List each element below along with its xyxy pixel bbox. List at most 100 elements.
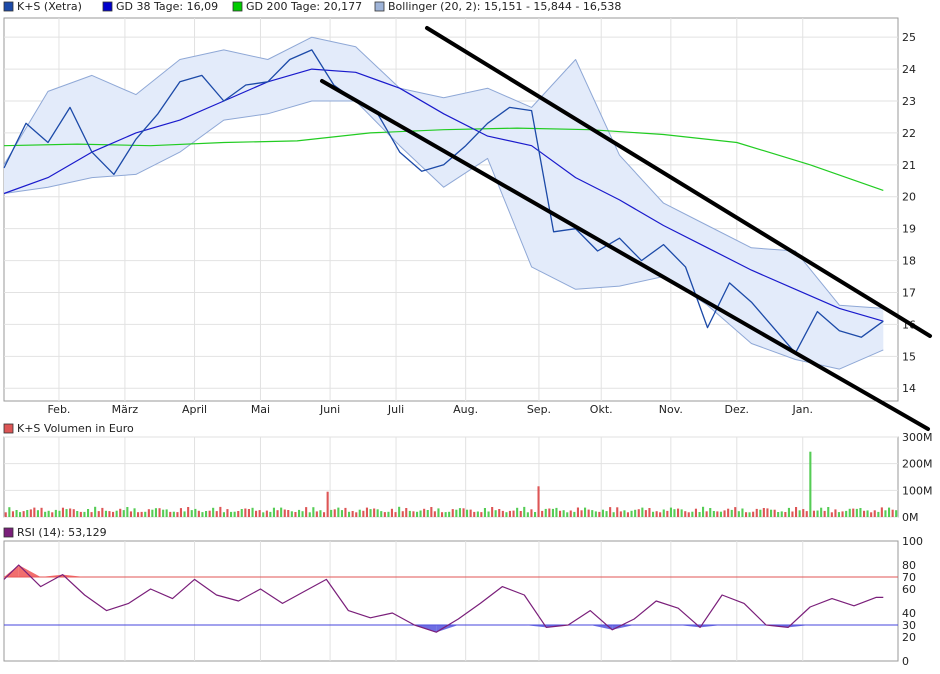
volume-bar bbox=[412, 511, 415, 517]
volume-bar bbox=[108, 511, 111, 517]
volume-bar bbox=[795, 507, 798, 517]
volume-panel-frame bbox=[3, 436, 899, 518]
volume-bar bbox=[437, 508, 440, 517]
volume-bar bbox=[47, 510, 50, 517]
volume-bar bbox=[891, 509, 894, 517]
x-tick-label: Aug. bbox=[453, 403, 478, 416]
volume-bar bbox=[637, 509, 640, 517]
volume-bar bbox=[72, 509, 75, 517]
volume-bar bbox=[237, 511, 240, 517]
volume-bar bbox=[659, 512, 662, 517]
x-tick-label: März bbox=[112, 403, 139, 416]
volume-bar bbox=[416, 511, 419, 517]
volume-bar bbox=[79, 511, 82, 517]
volume-bar bbox=[541, 510, 544, 517]
volume-bar bbox=[523, 506, 526, 517]
volume-bar bbox=[290, 511, 293, 517]
volume-bar bbox=[548, 508, 551, 517]
y-tick-label: 18 bbox=[902, 255, 916, 268]
chart-root: 141516171819202122232425Feb.MärzAprilMai… bbox=[0, 0, 940, 670]
volume-bar bbox=[591, 510, 594, 517]
volume-bar bbox=[605, 511, 608, 517]
volume-bar bbox=[144, 511, 147, 517]
volume-bar bbox=[137, 512, 140, 517]
volume-bar bbox=[719, 511, 722, 517]
volume-bar bbox=[333, 509, 336, 517]
volume-bar bbox=[11, 511, 14, 517]
volume-bar bbox=[741, 508, 744, 517]
volume-bar bbox=[205, 511, 208, 517]
volume-bar bbox=[612, 512, 615, 517]
legend-swatch bbox=[374, 1, 385, 12]
volume-bar bbox=[401, 511, 404, 517]
volume-bar bbox=[483, 508, 486, 517]
x-tick-label: Mai bbox=[251, 403, 270, 416]
volume-bar bbox=[551, 508, 554, 517]
volume-bar bbox=[423, 508, 426, 517]
volume-bar bbox=[644, 510, 647, 517]
volume-bar bbox=[594, 511, 597, 517]
volume-bar bbox=[609, 507, 612, 517]
volume-bar bbox=[458, 508, 461, 517]
legend-swatch bbox=[232, 1, 243, 12]
y-tick-label: 20 bbox=[902, 191, 916, 204]
legend-swatch bbox=[3, 1, 14, 12]
volume-bar bbox=[680, 509, 683, 517]
y-tick-label: 70 bbox=[902, 571, 916, 584]
volume-bar bbox=[498, 509, 501, 517]
y-tick-label: 24 bbox=[902, 63, 916, 76]
volume-bar bbox=[716, 511, 719, 517]
y-tick-label: 300M bbox=[902, 431, 933, 444]
rsi-legend-swatch bbox=[3, 527, 14, 538]
volume-bar bbox=[469, 509, 472, 517]
legend-label: GD 38 Tage: 16,09 bbox=[116, 0, 218, 13]
volume-bar bbox=[501, 510, 504, 517]
volume-bar bbox=[4, 512, 7, 517]
volume-bar bbox=[179, 508, 182, 517]
volume-bar bbox=[662, 509, 665, 517]
volume-bar bbox=[684, 511, 687, 517]
volume-bar bbox=[140, 511, 143, 517]
volume-bar bbox=[101, 507, 104, 517]
volume-bar bbox=[687, 512, 690, 517]
volume-bar bbox=[666, 510, 669, 517]
volume-bar bbox=[262, 512, 265, 517]
volume-bar bbox=[848, 508, 851, 517]
volume-bar bbox=[319, 510, 322, 517]
volume-bar bbox=[777, 512, 780, 517]
volume-bar bbox=[444, 512, 447, 517]
x-tick-label: April bbox=[182, 403, 207, 416]
volume-bar bbox=[734, 507, 737, 517]
volume-bar bbox=[287, 510, 290, 517]
y-tick-label: 0 bbox=[902, 655, 909, 668]
volume-bar bbox=[358, 509, 361, 517]
volume-bar bbox=[816, 510, 819, 517]
y-tick-label: 25 bbox=[902, 31, 916, 44]
volume-bar bbox=[301, 511, 304, 517]
volume-bar bbox=[29, 509, 32, 517]
volume-bar bbox=[619, 511, 622, 517]
x-tick-label: Juli bbox=[387, 403, 404, 416]
volume-bar bbox=[87, 509, 90, 517]
volume-bar bbox=[519, 511, 522, 517]
volume-bar bbox=[394, 512, 397, 517]
volume-bar bbox=[348, 511, 351, 517]
volume-bar bbox=[369, 509, 372, 517]
x-tick-label: Jan. bbox=[792, 403, 813, 416]
volume-bar bbox=[154, 508, 157, 517]
volume-bar bbox=[598, 511, 601, 517]
volume-bar bbox=[562, 510, 565, 517]
volume-bar bbox=[247, 509, 250, 517]
volume-bar bbox=[648, 508, 651, 517]
volume-bar bbox=[298, 509, 301, 517]
volume-bar bbox=[587, 509, 590, 517]
volume-bar bbox=[641, 507, 644, 517]
volume-bar bbox=[845, 510, 848, 517]
volume-bar bbox=[162, 509, 165, 517]
volume-bar bbox=[430, 507, 433, 517]
volume-bar bbox=[473, 511, 476, 517]
volume-bar bbox=[569, 510, 572, 517]
volume-bar bbox=[630, 510, 633, 517]
y-tick-label: 100 bbox=[902, 535, 923, 548]
volume-bar bbox=[165, 509, 168, 517]
